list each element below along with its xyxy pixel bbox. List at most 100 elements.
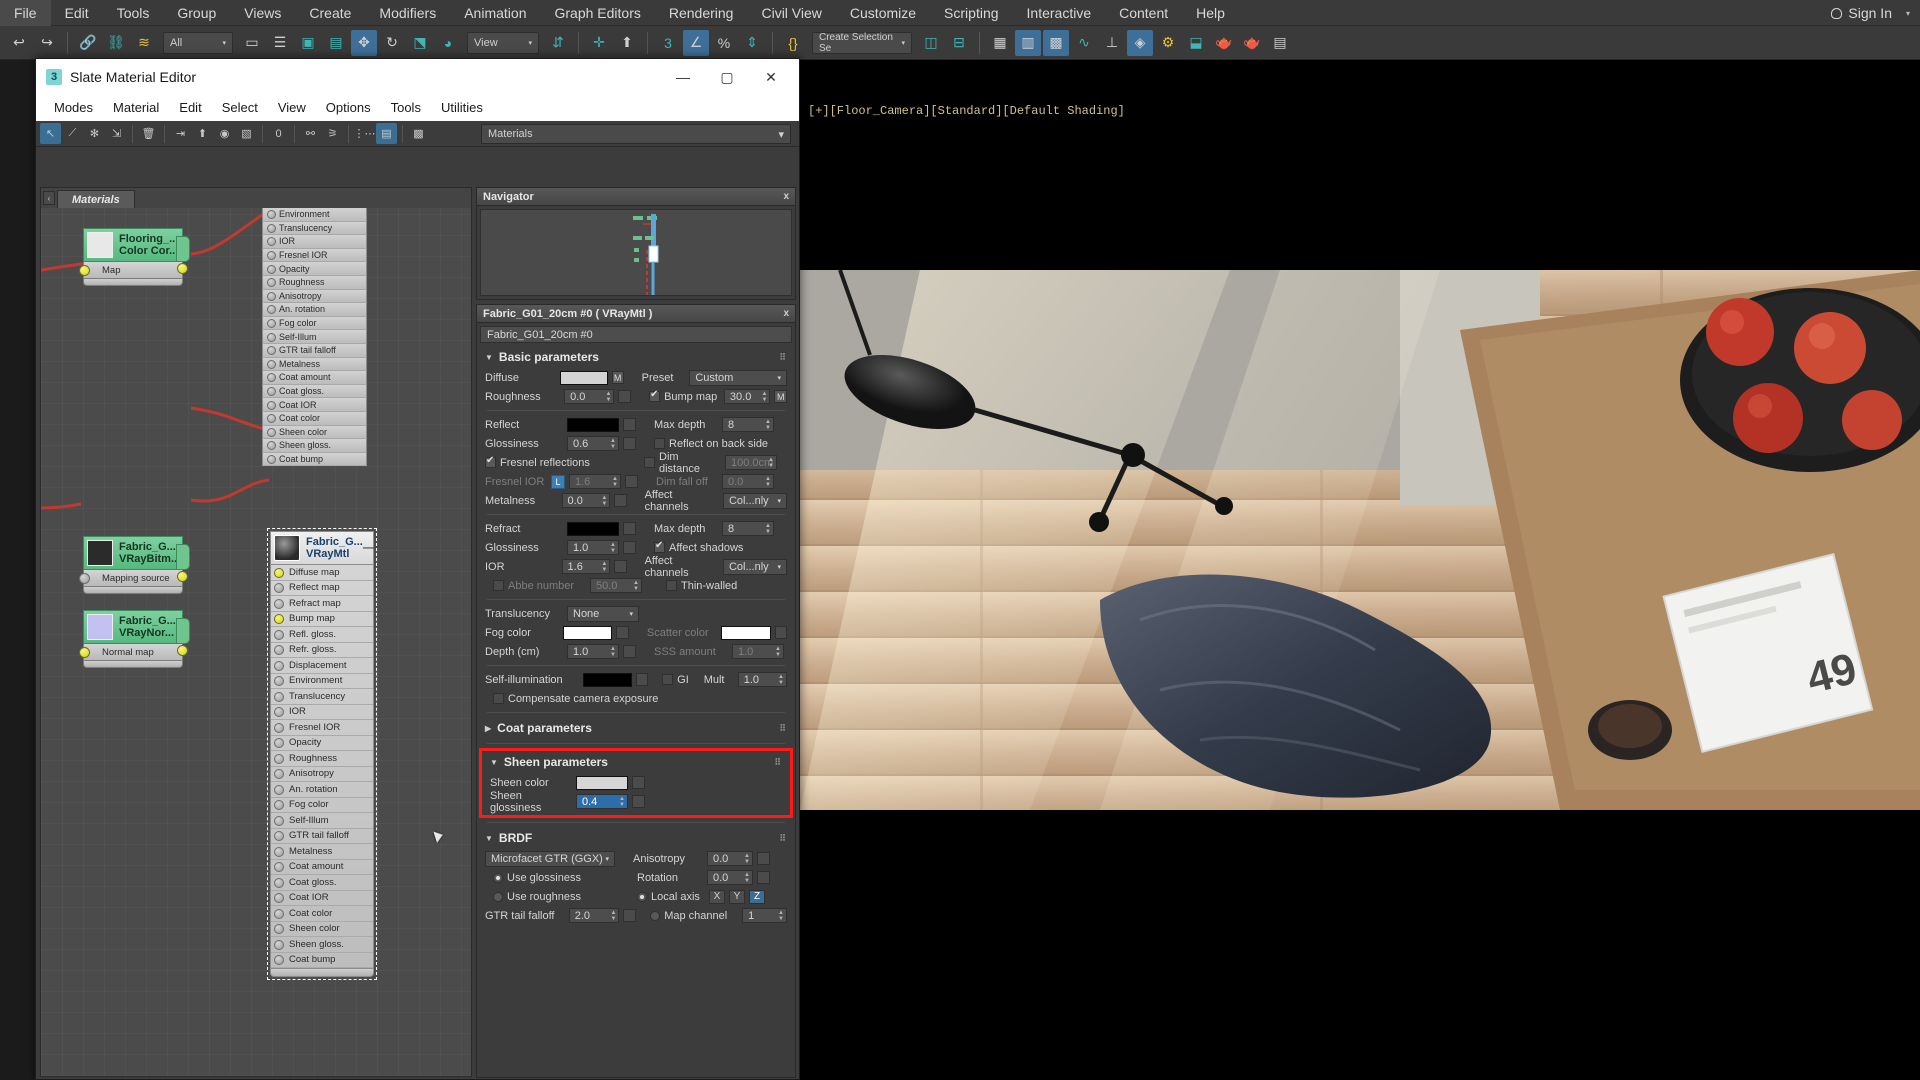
align-icon[interactable]: ⊟ (946, 30, 972, 56)
self-illumination-map-button[interactable]: · (635, 673, 649, 686)
slot-socket[interactable] (267, 278, 276, 288)
slot-socket[interactable] (267, 264, 276, 274)
sheen-glossiness-spinner[interactable]: 0.4 ▲ ▼ (576, 794, 628, 809)
affect-channels-dropdown[interactable]: Col...nly ▾ (722, 492, 787, 509)
metalness-spinner[interactable]: 0.0 ▲ ▼ (561, 493, 611, 508)
spinner-arrows-icon[interactable]: ▲ ▼ (775, 645, 781, 658)
node-output-socket[interactable] (177, 645, 188, 656)
node-slot[interactable]: Translucency (271, 689, 373, 705)
editor-menu-item-material[interactable]: Material (103, 98, 169, 118)
fresnel-ior-map-button[interactable]: · (625, 475, 638, 488)
pick-material-icon[interactable]: ⟋ (62, 123, 83, 144)
node-slot[interactable]: Fresnel IOR (271, 720, 373, 736)
rollout-coat-parameters[interactable]: ▶ Coat parameters ⠿ (477, 717, 795, 739)
anisotropy-spinner[interactable]: 0.0 ▲ ▼ (707, 851, 753, 866)
sheen-color-swatch[interactable] (576, 775, 628, 790)
show-in-viewport-icon[interactable]: ⬆ (192, 123, 213, 144)
node-slot[interactable]: Roughness (262, 275, 367, 290)
node-slot[interactable]: Coat color (262, 411, 367, 426)
local-axis-x-button[interactable]: X (709, 889, 725, 904)
slot-socket[interactable] (267, 223, 276, 233)
slot-socket[interactable] (274, 707, 284, 717)
slot-socket[interactable] (267, 373, 276, 383)
slot-socket[interactable] (274, 598, 284, 609)
layout-children-icon[interactable]: ⚯ (300, 123, 321, 144)
slot-socket[interactable] (274, 629, 284, 640)
local-axis-y-button[interactable]: Y (729, 889, 745, 904)
map-channel-spinner[interactable]: 1 ▲ ▼ (742, 908, 787, 923)
window-crossing-icon[interactable]: ▤ (323, 30, 349, 56)
node-collapse-icon[interactable]: — (363, 542, 377, 554)
render-setup-icon[interactable]: ⚙ (1155, 30, 1181, 56)
slot-socket[interactable] (267, 210, 276, 220)
anisotropy-map-button[interactable]: · (757, 852, 770, 865)
delete-selected-icon[interactable]: 🗑 (138, 123, 159, 144)
node-slot[interactable]: An. rotation (262, 303, 367, 317)
editor-menu-item-modes[interactable]: Modes (44, 98, 103, 118)
node-slot[interactable]: GTR tail falloff (262, 343, 367, 358)
reflect-color-swatch[interactable] (567, 417, 619, 432)
spinner-arrows-icon[interactable]: ▲ ▼ (633, 579, 639, 592)
fog-color-map-button[interactable]: · (616, 626, 629, 639)
translucency-dropdown[interactable]: None ▾ (567, 605, 639, 622)
open-asset-tracking-icon[interactable]: ▤ (1267, 30, 1293, 56)
rollout-sheen-parameters[interactable]: ▼ Sheen parameters ⠿ (482, 751, 790, 773)
menu-item-create[interactable]: Create (295, 0, 365, 26)
slot-socket[interactable] (274, 877, 284, 888)
fog-color-swatch[interactable] (563, 625, 613, 640)
slot-socket[interactable] (274, 691, 284, 702)
node-slot[interactable]: Fresnel IOR (262, 248, 367, 263)
spinner-arrows-icon[interactable]: ▲ ▼ (765, 522, 771, 535)
editor-menu-item-view[interactable]: View (268, 98, 316, 118)
slate-material-editor-window[interactable]: 3 Slate Material Editor — ▢ ✕ Modes Mater… (35, 58, 800, 1080)
slot-socket[interactable] (267, 332, 276, 342)
navigator-panel[interactable]: Navigator x (476, 187, 796, 300)
slot-socket[interactable] (274, 831, 284, 841)
spinner-arrows-icon[interactable]: ▲ ▼ (612, 475, 618, 488)
node-header[interactable]: Flooring_... Color Cor... — (83, 228, 189, 262)
node-slot[interactable]: Metalness (271, 844, 373, 860)
self-illumination-color-swatch[interactable] (582, 672, 632, 687)
node-slot[interactable]: Refract map (271, 596, 373, 612)
menu-item-customize[interactable]: Customize (836, 0, 930, 26)
node-slot[interactable]: Self-Illum (271, 813, 373, 829)
select-object-icon[interactable]: ▭ (239, 30, 265, 56)
slot-socket[interactable] (274, 676, 284, 686)
slot-socket[interactable] (274, 800, 284, 810)
preset-dropdown[interactable]: Custom ▾ (689, 369, 787, 386)
slot-socket[interactable] (267, 414, 276, 424)
refract-max-depth-spinner[interactable]: 8 ▲ ▼ (722, 521, 774, 536)
mult-spinner[interactable]: 1.0 ▲ ▼ (737, 672, 787, 687)
menu-item-scripting[interactable]: Scripting (930, 0, 1012, 26)
node-flooring-color-correction[interactable]: Flooring_... Color Cor... — Map (79, 228, 190, 286)
material-name-field[interactable]: Fabric_G01_20cm #0 (480, 326, 792, 343)
bump-map-button[interactable]: M (774, 390, 787, 403)
node-slot[interactable]: Opacity (271, 736, 373, 751)
node-slot[interactable]: IOR (271, 705, 373, 720)
slot-socket[interactable] (274, 567, 284, 578)
render-iterative-icon[interactable]: 🫖 (1239, 30, 1265, 56)
spinner-arrows-icon[interactable]: ▲ ▼ (744, 852, 750, 865)
slot-socket[interactable] (274, 645, 284, 655)
slot-socket[interactable] (79, 264, 90, 276)
slot-socket[interactable] (267, 387, 276, 397)
viewport[interactable]: [+][Floor_Camera][Standard][Default Shad… (800, 60, 1920, 1080)
glossiness-spinner[interactable]: 0.6 ▲ ▼ (567, 436, 619, 451)
map-channel-radio[interactable] (650, 910, 661, 921)
reflect-on-back-side-checkbox[interactable] (654, 438, 665, 449)
node-output-knob[interactable] (176, 236, 190, 262)
local-axis-radio[interactable] (637, 891, 647, 902)
roughness-spinner[interactable]: 0.0 ▲ ▼ (564, 389, 615, 404)
node-fabric-vraybitmap[interactable]: Fabric_G... VRayBitm... — Mapping source (79, 536, 191, 594)
gtr-tail-falloff-spinner[interactable]: 2.0 ▲ ▼ (568, 908, 620, 923)
bind-to-space-warp-icon[interactable]: ≋ (131, 30, 157, 56)
menu-item-edit[interactable]: Edit (51, 0, 103, 26)
slot-socket[interactable] (79, 572, 90, 584)
menu-item-group[interactable]: Group (163, 0, 230, 26)
spinner-arrows-icon[interactable]: ▲ ▼ (601, 494, 607, 507)
node-slot[interactable]: Refr. gloss. (271, 643, 373, 658)
node-slot[interactable]: Diffuse map (271, 565, 373, 581)
node-output-socket[interactable] (177, 263, 188, 274)
snap-3d-icon[interactable]: 3 (655, 30, 681, 56)
select-and-scale-icon[interactable]: ⬔ (407, 30, 433, 56)
